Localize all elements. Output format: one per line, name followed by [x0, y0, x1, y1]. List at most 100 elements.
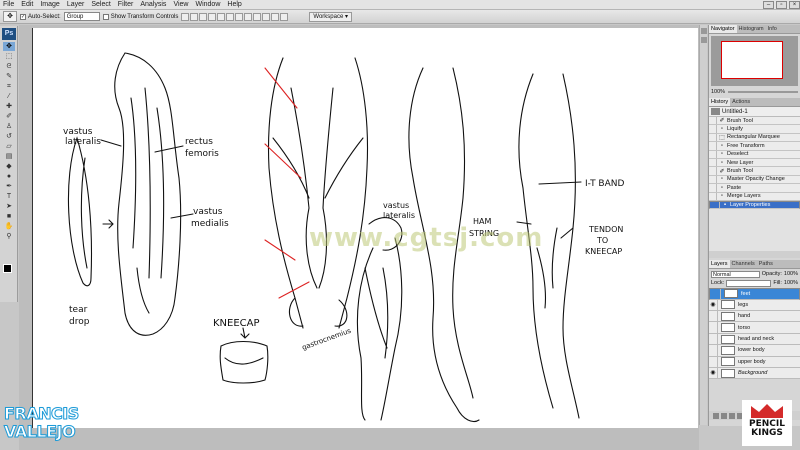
visibility-toggle[interactable]: [709, 356, 718, 368]
shape-tool-icon[interactable]: ■: [3, 212, 15, 221]
history-item[interactable]: ▫ Free Transform: [709, 142, 800, 151]
layer-row[interactable]: head and neck: [709, 333, 800, 346]
visibility-toggle[interactable]: [712, 289, 721, 299]
lasso-tool-icon[interactable]: ᘓ: [3, 62, 15, 71]
eraser-tool-icon[interactable]: ▱: [3, 142, 15, 151]
layer-row-background[interactable]: ◉ Background: [709, 368, 800, 380]
menu-analysis[interactable]: Analysis: [140, 1, 166, 8]
navigator-preview[interactable]: [711, 36, 798, 86]
tab-channels[interactable]: Channels: [730, 260, 757, 268]
history-item[interactable]: ▫ Master Opacity Change: [709, 175, 800, 185]
tab-navigator[interactable]: Navigator: [709, 25, 737, 33]
align-right-icon[interactable]: [226, 12, 235, 21]
distribute-left-icon[interactable]: [262, 12, 271, 21]
menu-help[interactable]: Help: [227, 1, 241, 8]
link-icon[interactable]: [713, 412, 719, 419]
visibility-toggle[interactable]: [709, 345, 718, 356]
blur-tool-icon[interactable]: ◆: [3, 162, 15, 171]
tab-history[interactable]: History: [709, 98, 731, 106]
eye-icon[interactable]: ◉: [709, 299, 718, 311]
visibility-toggle[interactable]: [709, 311, 718, 322]
dodge-tool-icon[interactable]: ●: [3, 172, 15, 181]
menu-select[interactable]: Select: [91, 1, 110, 8]
foreground-color-swatch[interactable]: [3, 264, 12, 273]
tab-info[interactable]: Info: [766, 25, 779, 33]
navigator-zoom-slider[interactable]: [728, 91, 798, 93]
layer-row[interactable]: torso: [709, 322, 800, 334]
history-item[interactable]: ▫ Liquify: [709, 125, 800, 134]
history-item[interactable]: ▫ Deselect: [709, 150, 800, 159]
menu-filter[interactable]: Filter: [118, 1, 134, 8]
layer-row[interactable]: upper body: [709, 356, 800, 369]
clone-stamp-tool-icon[interactable]: ♙: [3, 122, 15, 131]
menu-layer[interactable]: Layer: [67, 1, 85, 8]
quick-select-tool-icon[interactable]: ✎: [3, 72, 15, 81]
history-item[interactable]: ▫ Paste: [709, 184, 800, 193]
eye-icon[interactable]: ◉: [709, 368, 718, 379]
navigator-view-box[interactable]: [721, 41, 783, 79]
distribute-bottom-icon[interactable]: [253, 12, 262, 21]
tab-layers[interactable]: Layers: [709, 260, 730, 269]
history-brush-tool-icon[interactable]: ↺: [3, 132, 15, 141]
layer-row-selected[interactable]: feet: [709, 288, 800, 300]
move-tool-preset-icon[interactable]: ✥: [3, 11, 17, 22]
lock-buttons[interactable]: [726, 280, 772, 288]
mask-icon[interactable]: [729, 412, 735, 419]
history-item[interactable]: ✐ Brush Tool: [709, 117, 800, 126]
restore-icon[interactable]: ▫: [776, 0, 787, 9]
history-item-selected[interactable]: ▪ Layer Properties: [709, 200, 800, 210]
layer-row[interactable]: hand: [709, 311, 800, 323]
fill-value[interactable]: 100%: [784, 279, 798, 288]
history-snapshot[interactable]: Untitled-1: [709, 107, 800, 117]
layer-row[interactable]: ◉ legs: [709, 299, 800, 312]
menu-window[interactable]: Window: [195, 1, 220, 8]
workspace-button[interactable]: Workspace ▾: [309, 11, 352, 22]
fx-icon[interactable]: [721, 412, 727, 419]
path-select-tool-icon[interactable]: ➤: [3, 202, 15, 211]
pen-tool-icon[interactable]: ✒: [3, 182, 15, 191]
eyedropper-tool-icon[interactable]: ⁄: [3, 92, 15, 101]
show-transform-checkbox[interactable]: Show Transform Controls: [102, 13, 178, 20]
history-item[interactable]: ✐ Brush Tool: [709, 167, 800, 176]
menu-file[interactable]: File: [3, 1, 14, 8]
tab-histogram[interactable]: Histogram: [737, 25, 766, 33]
align-left-icon[interactable]: [208, 12, 217, 21]
hand-tool-icon[interactable]: ✋: [3, 222, 15, 231]
history-item[interactable]: ▫ New Layer: [709, 158, 800, 168]
align-top-icon[interactable]: [181, 12, 190, 21]
minimize-icon[interactable]: –: [763, 0, 774, 9]
menu-edit[interactable]: Edit: [21, 1, 33, 8]
panel-collapse-icon[interactable]: [701, 28, 707, 34]
marquee-tool-icon[interactable]: ⬚: [3, 52, 15, 61]
crop-tool-icon[interactable]: ⌗: [3, 82, 15, 91]
move-tool-icon[interactable]: ✥: [3, 42, 15, 51]
align-hcenter-icon[interactable]: [217, 12, 226, 21]
tab-actions[interactable]: Actions: [730, 98, 752, 106]
brush-tool-icon[interactable]: ✐: [3, 112, 15, 121]
auto-select-checkbox[interactable]: ✓ Auto-Select:: [20, 13, 61, 20]
menu-view[interactable]: View: [173, 1, 188, 8]
type-tool-icon[interactable]: T: [3, 192, 15, 201]
align-vcenter-icon[interactable]: [190, 12, 199, 21]
gradient-tool-icon[interactable]: ▤: [3, 152, 15, 161]
navigator-zoom-value[interactable]: 100%: [711, 89, 725, 95]
history-item[interactable]: ⬚ Rectangular Marquee: [709, 133, 800, 143]
visibility-toggle[interactable]: [709, 333, 718, 345]
opacity-value[interactable]: 100%: [784, 271, 798, 277]
close-icon[interactable]: ×: [789, 0, 800, 9]
visibility-toggle[interactable]: [709, 322, 718, 333]
layer-row[interactable]: lower body: [709, 345, 800, 357]
distribute-vcenter-icon[interactable]: [244, 12, 253, 21]
history-item[interactable]: ▫ Merge Layers: [709, 192, 800, 201]
distribute-hcenter-icon[interactable]: [271, 12, 280, 21]
panel-brush-icon[interactable]: [701, 37, 707, 43]
auto-select-dropdown[interactable]: Group: [63, 12, 100, 21]
blend-mode-dropdown[interactable]: Normal: [711, 270, 760, 278]
distribute-top-icon[interactable]: [235, 12, 244, 21]
tab-paths[interactable]: Paths: [757, 260, 775, 268]
zoom-tool-icon[interactable]: ⚲: [3, 232, 15, 241]
menu-image[interactable]: Image: [40, 1, 59, 8]
align-bottom-icon[interactable]: [199, 12, 208, 21]
healing-tool-icon[interactable]: ✚: [3, 102, 15, 111]
distribute-right-icon[interactable]: [280, 12, 289, 21]
